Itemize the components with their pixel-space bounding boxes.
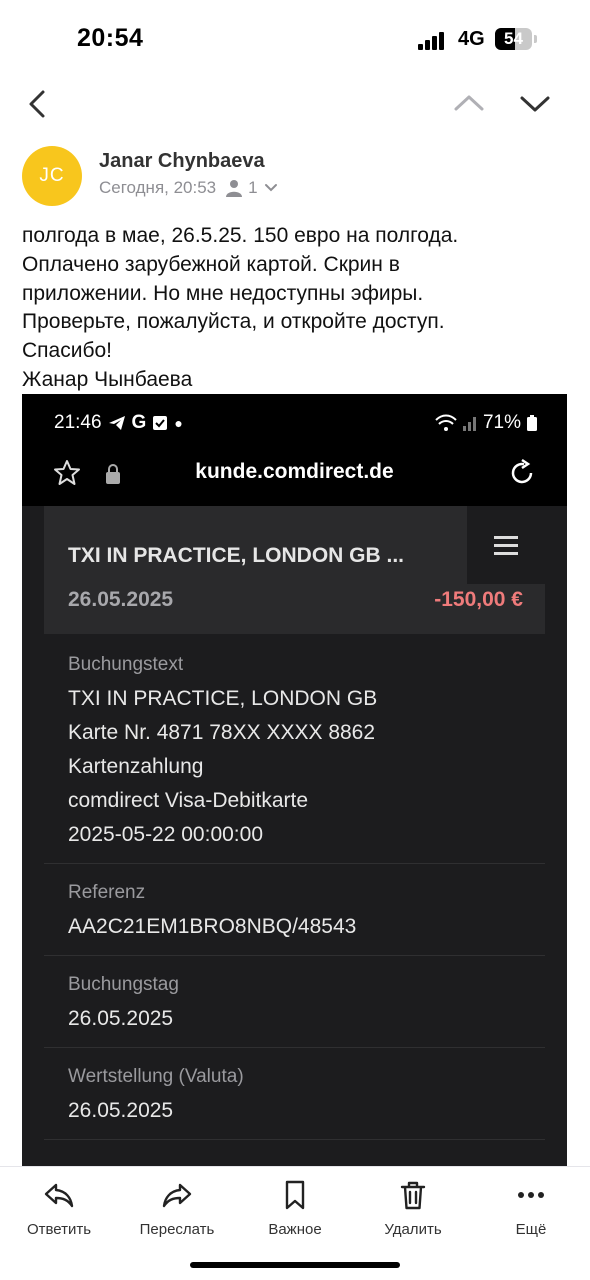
- previous-message-button[interactable]: [444, 80, 494, 130]
- field-value-line: 2025-05-22 00:00:00: [68, 823, 263, 846]
- field-value: AA2C21EM1BRO8NBQ/48543: [68, 915, 357, 938]
- screenshot-url: kunde.comdirect.de: [195, 460, 394, 483]
- hamburger-menu-icon: [467, 506, 545, 584]
- wifi-icon: [435, 414, 457, 431]
- person-icon: [226, 180, 243, 197]
- battery-icon: [527, 415, 537, 431]
- body-line: Жанар Чынбаева: [22, 367, 193, 391]
- sender-name: Janar Chynbaeva: [99, 150, 265, 172]
- network-type: 4G: [458, 28, 485, 50]
- reply-icon: [44, 1183, 74, 1208]
- transaction-amount: -150,00 €: [434, 588, 523, 611]
- reply-button[interactable]: Ответить: [4, 1179, 114, 1238]
- chevron-down-icon: [264, 184, 277, 192]
- field-buchungstext: Buchungstext TXI IN PRACTICE, LONDON GB …: [44, 634, 545, 864]
- bookmark-icon: [285, 1180, 305, 1210]
- field-label: Wertstellung (Valuta): [68, 1066, 244, 1087]
- field-label: Buchungstag: [68, 974, 179, 995]
- checkbox-icon: [153, 416, 168, 430]
- screenshot-battery: 71%: [482, 412, 521, 433]
- screenshot-browser-header: 21:46 G ● 71% kunde.comdirect.de: [22, 394, 567, 506]
- body-line: полгода в мае, 26.5.25. 150 евро на полг…: [22, 224, 459, 247]
- avatar: JC: [22, 146, 82, 206]
- field-value: 26.05.2025: [68, 1099, 174, 1122]
- screenshot-status-right: 71%: [435, 412, 537, 434]
- body-line: Оплачено зарубежной картой. Скрин в: [22, 252, 400, 276]
- more-dots-icon: [518, 1192, 544, 1198]
- forward-label: Переслать: [139, 1221, 215, 1238]
- forward-button[interactable]: Переслать: [122, 1179, 232, 1238]
- sender-header[interactable]: JC Janar Chynbaeva Сегодня, 20:53 1: [22, 146, 582, 208]
- field-label: Buchungstext: [68, 654, 184, 675]
- trash-icon: [400, 1181, 426, 1210]
- reload-icon: [511, 458, 533, 484]
- field-wertstellung: Wertstellung (Valuta) 26.05.2025: [44, 1048, 545, 1140]
- status-time: 20:54: [77, 24, 144, 52]
- cellular-signal-icon: [418, 30, 448, 50]
- field-buchungstag: Buchungstag 26.05.2025: [44, 956, 545, 1048]
- more-label: Ещё: [515, 1221, 547, 1238]
- delete-button[interactable]: Удалить: [358, 1179, 468, 1238]
- home-indicator[interactable]: [190, 1262, 400, 1268]
- google-icon: G: [131, 412, 147, 433]
- transaction-title: TXI IN PRACTICE, LONDON GB ...: [68, 544, 405, 567]
- reply-label: Ответить: [26, 1221, 92, 1238]
- back-button[interactable]: [14, 80, 64, 130]
- screenshot-status-left: 21:46 G ●: [54, 412, 183, 434]
- signal-icon: [462, 417, 476, 431]
- chevron-left-icon: [29, 90, 45, 118]
- important-button[interactable]: Важное: [240, 1179, 350, 1238]
- chevron-up-icon: [454, 95, 484, 111]
- body-line: приложении. Но мне недоступны эфиры.: [22, 281, 424, 305]
- battery-level: 54: [504, 29, 523, 48]
- field-referenz: Referenz AA2C21EM1BRO8NBQ/48543: [44, 864, 545, 956]
- field-value-line: Karte Nr. 4871 78XX XXXX 8862: [68, 721, 376, 744]
- body-line: Проверьте, пожалуйста, и откройте доступ…: [22, 310, 445, 334]
- dot-icon: ●: [174, 415, 183, 431]
- field-value: 26.05.2025: [68, 1007, 174, 1030]
- transaction-card: TXI IN PRACTICE, LONDON GB ... 26.05.202…: [44, 506, 545, 634]
- message-date: Сегодня, 20:53: [99, 178, 217, 197]
- message-body: полгода в мае, 26.5.25. 150 евро на полг…: [22, 222, 582, 395]
- field-value-line: Kartenzahlung: [68, 755, 204, 778]
- recipients-count: 1: [248, 178, 258, 197]
- more-button[interactable]: Ещё: [476, 1179, 586, 1238]
- mail-nav-bar: [0, 80, 590, 130]
- field-value-line: TXI IN PRACTICE, LONDON GB: [68, 687, 378, 710]
- sender-meta: Сегодня, 20:53 1: [99, 178, 278, 198]
- attached-screenshot[interactable]: 21:46 G ● 71% kunde.comdirect.de TXI IN …: [22, 394, 567, 1166]
- field-label: Referenz: [68, 882, 146, 903]
- delete-label: Удалить: [384, 1221, 442, 1238]
- screenshot-time: 21:46: [54, 412, 102, 433]
- forward-icon: [162, 1183, 192, 1208]
- field-value-line: comdirect Visa-Debitkarte: [68, 789, 309, 812]
- status-bar: 20:54 4G 54: [0, 0, 590, 80]
- next-message-button[interactable]: [510, 80, 560, 130]
- transaction-date: 26.05.2025: [68, 588, 174, 611]
- body-line: Спасибо!: [22, 339, 112, 363]
- recipients-toggle[interactable]: 1: [226, 178, 277, 198]
- important-label: Важное: [268, 1221, 322, 1238]
- battery-icon: 54: [495, 28, 537, 50]
- chevron-down-icon: [520, 96, 550, 112]
- telegram-icon: [108, 416, 125, 430]
